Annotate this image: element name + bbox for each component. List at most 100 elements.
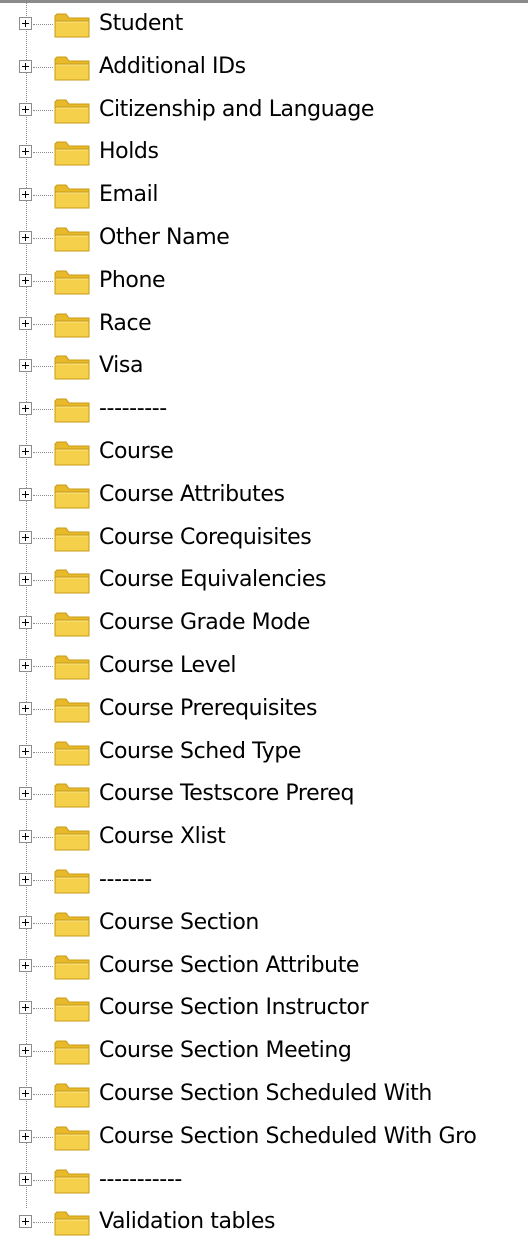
tree-node[interactable]: Holds	[0, 131, 528, 174]
tree-node[interactable]: Course Level	[0, 645, 528, 688]
tree-node-label[interactable]: Additional IDs	[99, 53, 246, 81]
tree-node[interactable]: Course Section Attribute	[0, 945, 528, 988]
tree-node[interactable]: Course Section Meeting	[0, 1030, 528, 1073]
expand-plus-icon[interactable]	[19, 573, 32, 587]
tree-node[interactable]: Course Section Instructor	[0, 987, 528, 1030]
tree-node[interactable]: Citizenship and Language	[0, 89, 528, 132]
expand-plus-icon[interactable]	[19, 616, 32, 630]
tree-node[interactable]: Course Equivalencies	[0, 559, 528, 602]
tree-connector-line	[33, 1136, 53, 1138]
tree-connector-line	[33, 580, 53, 582]
expand-plus-icon[interactable]	[19, 59, 32, 73]
tree-node[interactable]: Course Section	[0, 902, 528, 945]
tree-node-label[interactable]: -----------	[99, 1166, 182, 1194]
tree-connector-line	[33, 451, 53, 453]
tree-node[interactable]: -----------	[0, 1159, 528, 1202]
tree-node[interactable]: Course Corequisites	[0, 517, 528, 560]
expand-plus-icon[interactable]	[19, 316, 32, 330]
expand-plus-icon[interactable]	[19, 1001, 32, 1015]
expand-plus-icon[interactable]	[19, 830, 32, 844]
tree-node-label[interactable]: Student	[99, 10, 183, 38]
tree-node[interactable]: Course Attributes	[0, 474, 528, 517]
tree-node[interactable]: Course Grade Mode	[0, 602, 528, 645]
tree-node-label[interactable]: Course Testscore Prereq	[99, 780, 354, 808]
expand-plus-icon[interactable]	[19, 1086, 32, 1100]
expand-plus-icon[interactable]	[19, 273, 32, 287]
tree-node[interactable]: Course Section Scheduled With	[0, 1073, 528, 1116]
tree-connector-line	[33, 1222, 53, 1224]
tree-node[interactable]: Other Name	[0, 217, 528, 260]
expand-plus-icon[interactable]	[19, 787, 32, 801]
expand-plus-icon[interactable]	[19, 230, 32, 244]
tree-node-label[interactable]: Course Sched Type	[99, 738, 301, 766]
tree-node-label[interactable]: Course	[99, 438, 174, 466]
tree-node-label[interactable]: ---------	[99, 395, 167, 423]
tree-node-label[interactable]: Citizenship and Language	[99, 96, 374, 124]
tree-node-label[interactable]: Course Section Meeting	[99, 1037, 352, 1065]
expand-plus-icon[interactable]	[19, 958, 32, 972]
tree-node[interactable]: Visa	[0, 345, 528, 388]
expand-plus-icon[interactable]	[19, 444, 32, 458]
expand-plus-icon[interactable]	[19, 1129, 32, 1143]
tree-node-label[interactable]: Course Xlist	[99, 823, 226, 851]
expand-plus-icon[interactable]	[19, 487, 32, 501]
expand-plus-icon[interactable]	[19, 145, 32, 159]
tree-node-label[interactable]: Course Section Scheduled With Gro	[99, 1123, 477, 1151]
tree-node[interactable]: ---------	[0, 388, 528, 431]
expand-plus-icon[interactable]	[19, 188, 32, 202]
tree-node-label[interactable]: Course Section	[99, 909, 259, 937]
tree-node-label[interactable]: Phone	[99, 267, 166, 295]
tree-connector-line	[33, 537, 53, 539]
tree-node-label[interactable]: Other Name	[99, 224, 230, 252]
expand-plus-icon[interactable]	[19, 17, 32, 30]
tree-node-label[interactable]: Holds	[99, 138, 159, 166]
tree-node-label[interactable]: Course Section Scheduled With	[99, 1080, 432, 1108]
expand-plus-icon[interactable]	[19, 402, 32, 416]
expand-plus-icon[interactable]	[19, 1044, 32, 1058]
tree-node[interactable]: Course Xlist	[0, 816, 528, 859]
tree-node-label[interactable]: Validation tables	[99, 1208, 275, 1236]
tree-node[interactable]: Phone	[0, 260, 528, 303]
tree-node-label[interactable]: Course Section Attribute	[99, 952, 359, 980]
tree-node[interactable]: Course Sched Type	[0, 731, 528, 774]
expand-plus-icon[interactable]	[19, 658, 32, 672]
tree-node-label[interactable]: -------	[99, 866, 152, 894]
folder-icon	[54, 313, 90, 338]
expand-plus-icon[interactable]	[19, 359, 32, 373]
tree-node[interactable]: Race	[0, 303, 528, 346]
expand-plus-icon[interactable]	[19, 102, 32, 116]
folder-icon	[54, 655, 90, 680]
tree-node[interactable]: Student	[0, 3, 528, 46]
expand-plus-icon[interactable]	[19, 915, 32, 929]
tree-node[interactable]: Additional IDs	[0, 46, 528, 89]
tree-connector-line	[33, 623, 53, 625]
tree-node-label[interactable]: Course Equivalencies	[99, 566, 326, 594]
folder-icon	[54, 441, 90, 466]
tree-node[interactable]: Course Prerequisites	[0, 688, 528, 731]
folder-icon	[54, 99, 90, 124]
tree-node[interactable]: Course Testscore Prereq	[0, 773, 528, 816]
tree-node[interactable]: Validation tables	[0, 1201, 528, 1244]
tree-node-label[interactable]: Course Level	[99, 652, 236, 680]
tree-node-label[interactable]: Email	[99, 181, 158, 209]
expand-plus-icon[interactable]	[19, 872, 32, 886]
expand-plus-icon[interactable]	[19, 744, 32, 758]
tree-node[interactable]: Email	[0, 174, 528, 217]
expand-plus-icon[interactable]	[19, 1172, 32, 1186]
expand-plus-icon[interactable]	[19, 530, 32, 544]
folder-tree: Student Additional IDs Citizenship and L…	[0, 3, 528, 1244]
tree-node-label[interactable]: Course Corequisites	[99, 524, 312, 552]
tree-node[interactable]: -------	[0, 859, 528, 902]
tree-connector-line	[33, 1179, 53, 1181]
tree-node[interactable]: Course	[0, 431, 528, 474]
tree-node[interactable]: Course Section Scheduled With Gro	[0, 1116, 528, 1159]
tree-node-label[interactable]: Course Attributes	[99, 481, 285, 509]
tree-node-label[interactable]: Course Section Instructor	[99, 994, 369, 1022]
tree-connector-line	[33, 152, 53, 154]
tree-node-label[interactable]: Race	[99, 310, 152, 338]
expand-plus-icon[interactable]	[19, 701, 32, 715]
expand-plus-icon[interactable]	[19, 1215, 32, 1229]
tree-node-label[interactable]: Visa	[99, 352, 143, 380]
tree-node-label[interactable]: Course Prerequisites	[99, 695, 317, 723]
tree-node-label[interactable]: Course Grade Mode	[99, 609, 310, 637]
